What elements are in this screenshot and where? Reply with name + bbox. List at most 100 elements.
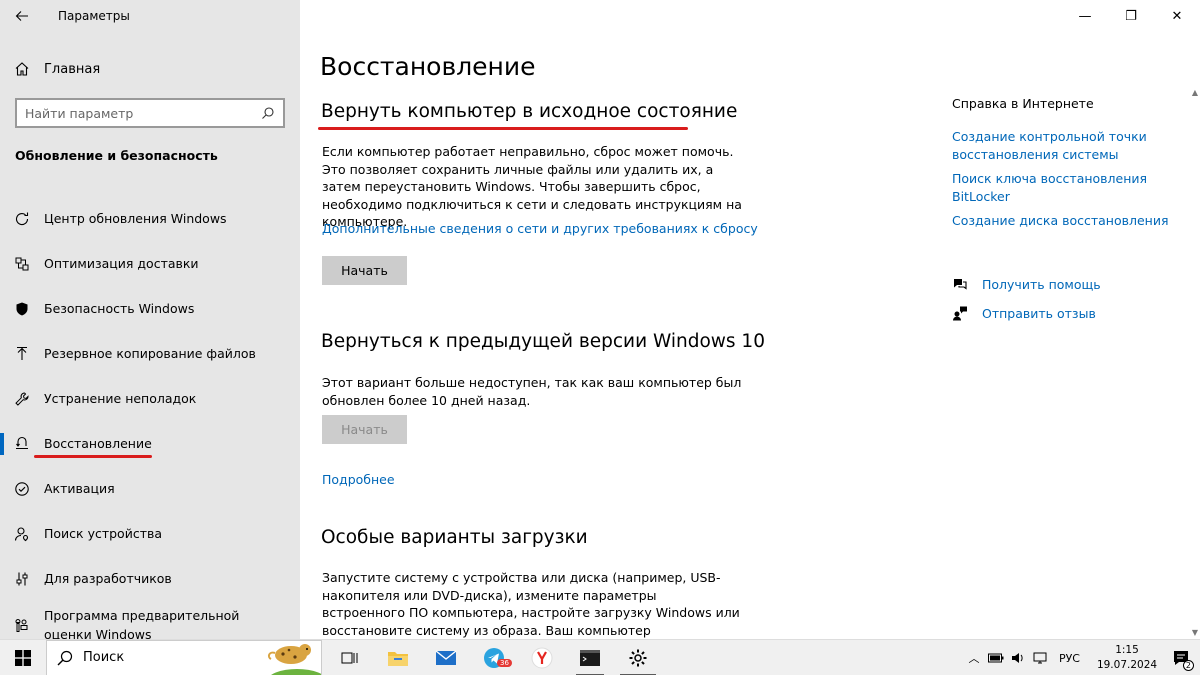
wrench-icon [0, 391, 44, 407]
check-circle-icon [0, 481, 44, 497]
sidebar-item-label: Для разработчиков [44, 571, 172, 586]
task-view-button[interactable] [326, 640, 374, 675]
sidebar-item-label: Устранение неполадок [44, 391, 197, 406]
windows-logo-icon [15, 649, 31, 666]
sidebar-item-home[interactable]: Главная [0, 54, 300, 84]
help-heading: Справка в Интернете [952, 96, 1094, 111]
feedback-link[interactable]: Отправить отзыв [952, 305, 1096, 321]
sidebar-item-troubleshoot[interactable]: Устранение неполадок [0, 376, 300, 421]
network-icon[interactable] [1029, 652, 1051, 664]
input-language[interactable]: РУС [1059, 652, 1080, 665]
reset-description: Если компьютер работает неправильно, сбр… [322, 144, 742, 229]
app-title: Параметры [58, 9, 130, 23]
action-center-button[interactable]: 2 [1162, 649, 1200, 671]
sidebar-item-activation[interactable]: Активация [0, 466, 300, 511]
sidebar-item-delivery-optimization[interactable]: Оптимизация доставки [0, 241, 300, 286]
gear-icon [629, 649, 647, 666]
sidebar-nav: Центр обновления Windows Оптимизация дос… [0, 196, 300, 649]
sidebar-item-label: Оптимизация доставки [44, 256, 199, 271]
telegram-unread-badge: 36 [497, 658, 512, 667]
sidebar-home-label: Главная [44, 61, 101, 77]
system-tray: ︿ РУС 1:15 19.07.2024 2 [963, 640, 1200, 675]
taskbar-explorer[interactable] [374, 640, 422, 675]
notifications-badge: 2 [1182, 660, 1194, 671]
speaker-icon[interactable] [1007, 652, 1029, 664]
reset-start-button[interactable]: Начать [322, 256, 407, 285]
taskbar-clock[interactable]: 1:15 19.07.2024 [1092, 643, 1162, 673]
terminal-icon [580, 649, 600, 666]
sidebar-item-developers[interactable]: Для разработчиков [0, 556, 300, 601]
taskbar-search-label: Поиск [83, 650, 125, 665]
person-pin-icon [0, 526, 44, 542]
taskbar-settings[interactable] [614, 640, 662, 675]
sidebar-item-label: Поиск устройства [44, 526, 163, 541]
home-icon [0, 61, 44, 77]
rollback-description: Этот вариант больше недоступен, так как … [322, 375, 742, 408]
settings-search-box[interactable] [15, 98, 285, 128]
bitlocker-key-link[interactable]: Поиск ключа восстановления BitLocker [952, 170, 1182, 205]
sidebar-item-backup[interactable]: Резервное копирование файлов [0, 331, 300, 376]
advanced-startup-heading: Особые варианты загрузки [321, 527, 588, 548]
clock-time: 1:15 [1115, 644, 1139, 656]
taskbar-mail[interactable] [422, 640, 470, 675]
refresh-icon [0, 211, 44, 227]
recovery-icon [0, 436, 44, 452]
restore-button[interactable]: ❐ [1108, 0, 1154, 32]
rollback-more-link[interactable]: Подробнее [322, 472, 395, 487]
show-hidden-icons-icon[interactable]: ︿ [963, 650, 985, 666]
folder-icon [388, 651, 408, 666]
sidebar-item-windows-update[interactable]: Центр обновления Windows [0, 196, 300, 241]
taskbar-apps: 36 [326, 640, 662, 675]
taskbar: Поиск 36 ︿ РУС 1:15 19.07.2024 2 [0, 639, 1200, 675]
feedback-icon [952, 305, 982, 321]
annotation-underline [318, 127, 688, 130]
task-view-icon [341, 652, 358, 663]
search-highlight-illustration [267, 643, 321, 675]
taskbar-telegram[interactable]: 36 [470, 640, 518, 675]
search-icon[interactable] [261, 106, 275, 120]
clock-date: 19.07.2024 [1096, 659, 1158, 671]
sidebar-item-label: Активация [44, 481, 115, 496]
taskbar-terminal[interactable] [566, 640, 614, 675]
sidebar-item-find-device[interactable]: Поиск устройства [0, 511, 300, 556]
restore-point-link[interactable]: Создание контрольной точки восстановлени… [952, 128, 1182, 163]
taskbar-search-box[interactable]: Поиск [46, 639, 322, 675]
close-button[interactable]: ✕ [1154, 0, 1200, 32]
annotation-underline [34, 455, 152, 458]
get-help-link[interactable]: Получить помощь [952, 276, 1101, 292]
start-button[interactable] [0, 640, 46, 675]
scroll-down-icon[interactable]: ▼ [1192, 628, 1198, 637]
insider-icon [0, 617, 44, 633]
recovery-drive-link[interactable]: Создание диска восстановления [952, 212, 1182, 230]
battery-icon[interactable] [985, 653, 1007, 663]
sidebar-item-windows-security[interactable]: Безопасность Windows [0, 286, 300, 331]
related-help-panel: Справка в Интернете Создание контрольной… [952, 96, 1182, 237]
reset-requirements-link[interactable]: Дополнительные сведения о сети и других … [322, 221, 758, 236]
sidebar-item-label: Восстановление [44, 436, 152, 451]
back-arrow-icon [15, 11, 28, 21]
reset-heading: Вернуть компьютер в исходное состояние [321, 101, 738, 122]
sidebar-item-label: Резервное копирование файлов [44, 346, 256, 361]
sidebar-item-label: Безопасность Windows [44, 301, 195, 316]
titlebar: Параметры [0, 0, 300, 32]
delivery-icon [0, 256, 44, 272]
yandex-browser-icon [531, 647, 553, 668]
sliders-icon [0, 571, 44, 587]
scroll-up-icon[interactable]: ▲ [1192, 88, 1198, 97]
scrollbar[interactable]: ▲ ▼ [1188, 86, 1200, 639]
sidebar-item-label: Центр обновления Windows [44, 211, 227, 226]
back-button[interactable] [0, 0, 44, 32]
section-heading: Обновление и безопасность [15, 148, 218, 163]
minimize-button[interactable]: — [1062, 0, 1108, 32]
page-title: Восстановление [320, 52, 536, 81]
chat-help-icon [952, 276, 982, 292]
rollback-heading: Вернуться к предыдущей версии Windows 10 [321, 331, 765, 352]
feedback-label: Отправить отзыв [982, 305, 1096, 321]
taskbar-yandex-browser[interactable] [518, 640, 566, 675]
rollback-start-button: Начать [322, 415, 407, 444]
get-help-label: Получить помощь [982, 276, 1101, 292]
sidebar-item-recovery[interactable]: Восстановление [0, 421, 300, 466]
settings-search-input[interactable] [25, 105, 261, 121]
sidebar: Параметры Главная Обновление и безопасно… [0, 0, 300, 642]
mail-icon [435, 649, 457, 665]
